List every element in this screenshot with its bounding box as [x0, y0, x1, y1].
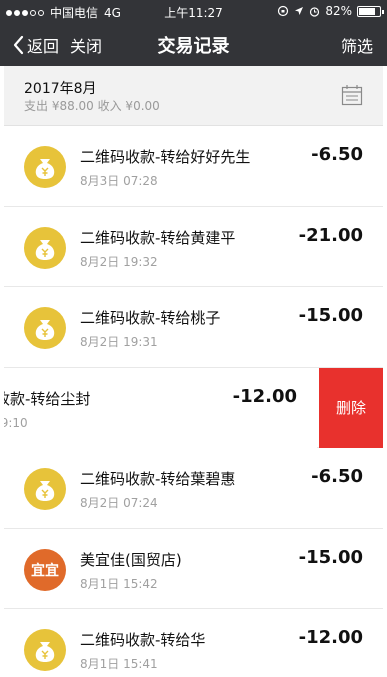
transaction-row[interactable]: 宜宜 美宜佳(国贸店) 8月1日 15:42 -15.00 — [4, 528, 383, 609]
transaction-title: 二维码收款-转给华 — [80, 631, 206, 649]
transaction-row[interactable]: 二维码收款-转给黄建平 8月2日 19:32 -21.00 — [4, 206, 383, 287]
page-title: 交易记录 — [157, 36, 230, 57]
transaction-date: 8月1日 15:41 — [80, 657, 158, 671]
month-title: 2017年8月 — [24, 81, 97, 97]
transaction-row[interactable]: 二维码收款-转给好好先生 8月3日 07:28 -6.50 — [4, 126, 383, 207]
coin-bag-icon — [24, 629, 66, 671]
month-summary: 支出 ¥88.00 收入 ¥0.00 — [24, 99, 160, 113]
transaction-date: 8月2日 07:24 — [80, 496, 158, 510]
navigation-bar: 返回 关闭 交易记录 筛选 — [0, 22, 387, 66]
transaction-date: 8月2日 19:31 — [80, 335, 158, 349]
swiped-row-content[interactable]: 二维码收款-转给尘封 8月2日 19:10 -12.00 — [4, 367, 317, 448]
transaction-row[interactable]: 二维码收款-转给华 8月1日 15:41 -12.00 — [4, 609, 383, 677]
transaction-amount: -6.50 — [311, 466, 363, 487]
transaction-date: 8月2日 19:10 — [4, 415, 28, 430]
transaction-title: 二维码收款-转给葉碧惠 — [80, 470, 236, 488]
transaction-date: 8月1日 15:42 — [80, 576, 158, 591]
coin-bag-icon — [24, 146, 66, 188]
transaction-date: 8月2日 19:32 — [80, 254, 158, 269]
month-header: 2017年8月 支出 ¥88.00 收入 ¥0.00 — [4, 66, 383, 126]
transaction-title: 二维码收款-转给尘封 — [4, 389, 91, 408]
location-arrow-icon — [295, 7, 304, 15]
transaction-title: 二维码收款-转给好好先生 — [80, 148, 251, 166]
transaction-row-swiped[interactable]: 二维码收款-转给尘封 8月2日 19:10 -12.00 删除 — [4, 367, 383, 448]
transaction-amount: -15.00 — [298, 546, 363, 568]
transaction-date: 8月3日 07:28 — [80, 174, 158, 188]
transaction-amount: -15.00 — [298, 305, 363, 326]
transaction-list[interactable]: 二维码收款-转给好好先生 8月3日 07:28 -6.50 二维码收款-转给黄建… — [4, 126, 383, 677]
battery-percent: 82% — [325, 4, 352, 18]
transaction-title: 美宜佳(国贸店) — [80, 550, 182, 569]
coin-bag-icon — [24, 468, 66, 510]
transaction-row[interactable]: 二维码收款-转给葉碧惠 8月2日 07:24 -6.50 — [4, 448, 383, 529]
coin-bag-icon — [24, 226, 66, 269]
transaction-amount: -6.50 — [311, 144, 363, 165]
transaction-amount: -12.00 — [232, 385, 297, 407]
transaction-title: 二维码收款-转给黄建平 — [80, 228, 236, 247]
coin-bag-icon — [24, 307, 66, 349]
battery-icon — [357, 5, 384, 17]
transaction-row[interactable]: 二维码收款-转给桃子 8月2日 19:31 -15.00 — [4, 287, 383, 368]
alarm-icon — [310, 6, 320, 17]
transaction-title: 二维码收款-转给桃子 — [80, 309, 221, 327]
status-bar: 中国电信 4G 上午11:27 82% — [0, 0, 387, 22]
shop-logo-icon: 宜宜 — [24, 548, 66, 591]
transaction-amount: -12.00 — [298, 627, 363, 648]
rotation-lock-icon — [278, 5, 289, 17]
transaction-amount: -21.00 — [298, 224, 363, 246]
status-bar-right: 82% — [277, 4, 384, 18]
filter-button[interactable]: 筛选 — [341, 33, 373, 57]
delete-button[interactable]: 删除 — [319, 367, 383, 448]
calendar-icon[interactable] — [341, 84, 363, 106]
